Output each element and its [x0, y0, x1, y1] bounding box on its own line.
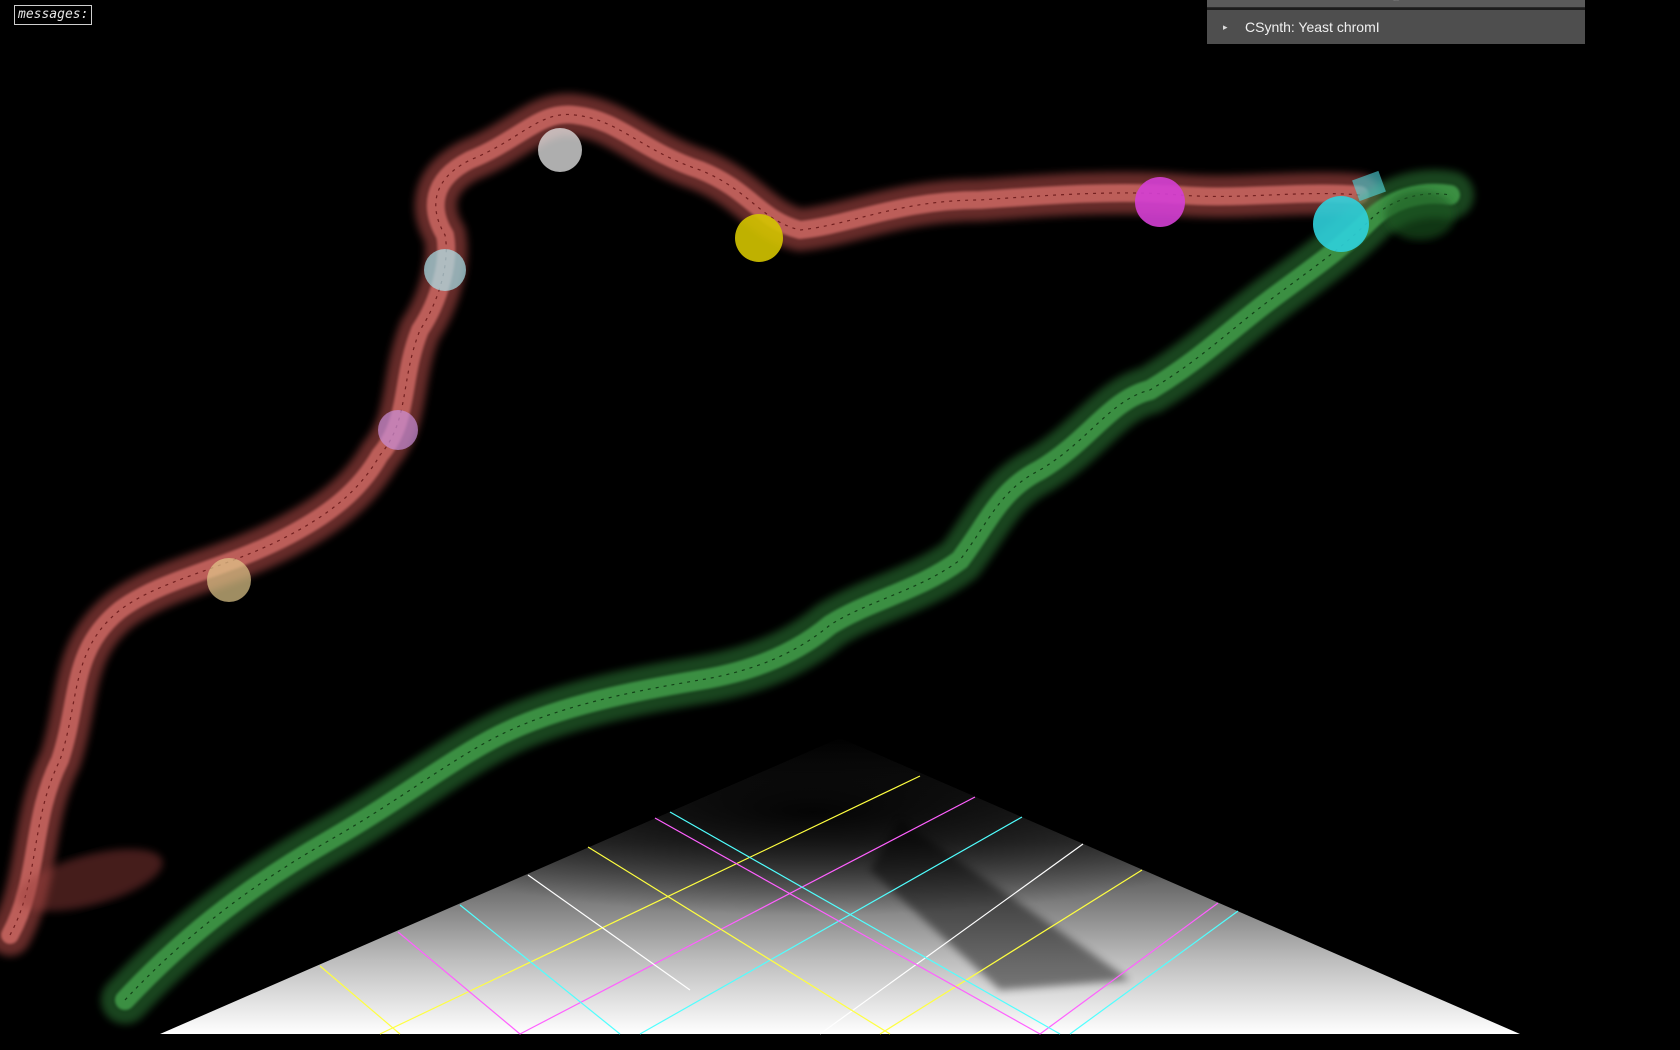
gui-close-bar[interactable]: ...: [1207, 0, 1585, 8]
gui-folder-csynth-yeast[interactable]: ▸ CSynth: Yeast chromI: [1207, 8, 1585, 44]
folder-title: CSynth: Yeast chromI: [1245, 19, 1380, 35]
csynth-3d-view[interactable]: [0, 0, 1680, 1050]
marker-magenta: [1135, 177, 1185, 227]
contact-map-triangle[interactable]: [160, 738, 1520, 1035]
marker-cyan-light: [424, 249, 466, 291]
marker-cyan: [1313, 196, 1369, 252]
marker-violet: [378, 410, 418, 450]
marker-yellow: [735, 214, 783, 262]
marker-white-top: [538, 128, 582, 172]
gui-panel: ... ▸ CSynth: Yeast chromI: [1207, 0, 1585, 44]
marker-tan: [207, 558, 251, 602]
folder-expand-arrow-icon: ▸: [1223, 21, 1228, 32]
messages-label: messages:: [14, 5, 93, 25]
